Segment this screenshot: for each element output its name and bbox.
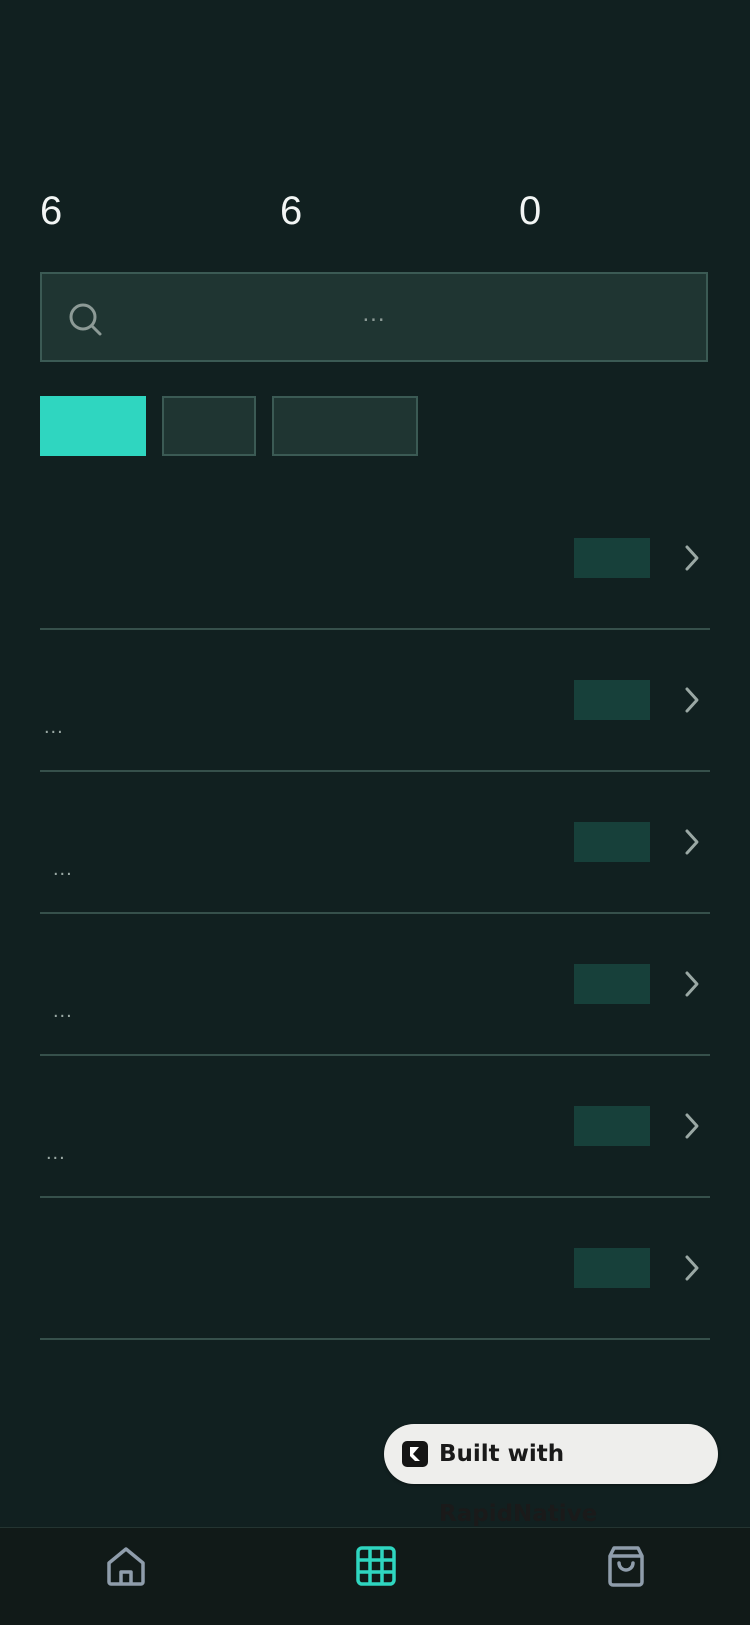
grid-icon[interactable] (354, 1544, 398, 1588)
status-badge (574, 822, 650, 862)
list-item[interactable]: ... (40, 772, 710, 914)
status-badge (574, 964, 650, 1004)
chevron-right-icon (685, 1255, 699, 1281)
stats-row: 6 6 0 (40, 186, 710, 236)
list-item-subtitle: ... (53, 1000, 73, 1022)
status-badge (574, 538, 650, 578)
shopping-bag-icon[interactable] (604, 1544, 648, 1588)
list-item-subtitle: ... (44, 716, 64, 738)
search-placeholder: ... (362, 300, 386, 327)
list-item[interactable]: ... (40, 914, 710, 1056)
list-item[interactable]: ... (40, 630, 710, 772)
status-badge (574, 1248, 650, 1288)
stat-value: 6 (280, 189, 303, 233)
filter-chip[interactable] (162, 396, 256, 456)
filter-chip-active[interactable] (40, 396, 146, 456)
stat-value: 6 (40, 189, 63, 233)
bottom-tab-bar (0, 1527, 750, 1625)
chevron-right-icon (685, 687, 699, 713)
list-item-subtitle: ... (46, 1142, 66, 1164)
built-with-label: Built with RapidNative (439, 1441, 598, 1527)
list-item[interactable] (40, 1198, 710, 1340)
filter-chip[interactable] (272, 396, 418, 456)
list-item[interactable]: ... (40, 1056, 710, 1198)
chevron-right-icon (685, 829, 699, 855)
chevron-right-icon (685, 971, 699, 997)
search-input[interactable]: ... (40, 272, 708, 362)
home-icon[interactable] (104, 1544, 148, 1588)
list-item-subtitle: ... (53, 858, 73, 880)
list-item[interactable] (40, 488, 710, 630)
chevron-right-icon (685, 1113, 699, 1139)
chevron-right-icon (685, 545, 699, 571)
built-with-badge[interactable]: Built with RapidNative (384, 1424, 718, 1527)
status-badge (574, 1106, 650, 1146)
rapidnative-logo-icon (402, 1441, 428, 1467)
status-badge (574, 680, 650, 720)
stat-value: 0 (519, 189, 542, 233)
